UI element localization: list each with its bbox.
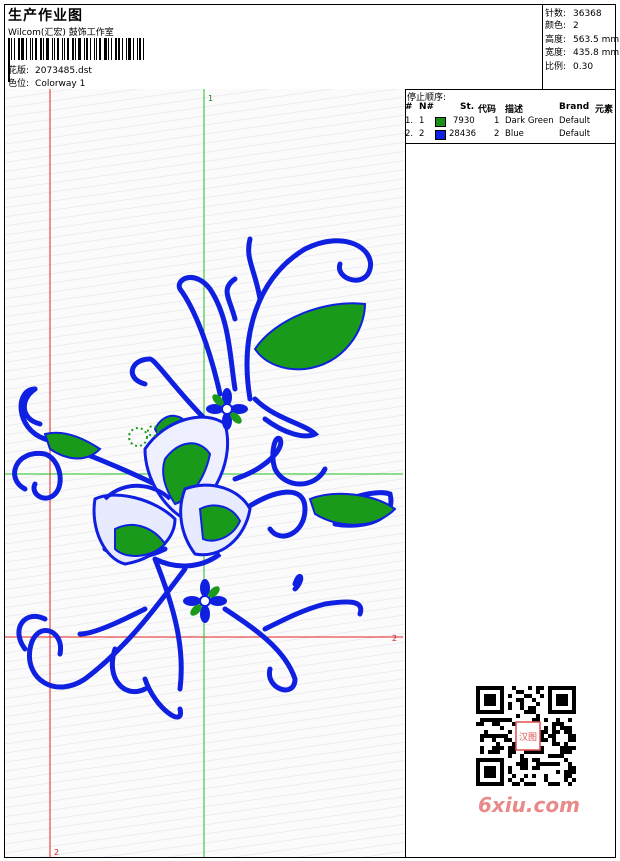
- stats-panel: 针数: 36368 颜色: 2 高度: 563.5 mm 宽度: 435.8 mm 比例…: [542, 5, 620, 89]
- col-description: 描述: [505, 105, 524, 115]
- col-index: #: [405, 102, 413, 112]
- col-code: 代码: [478, 105, 497, 115]
- colorway-field: 色位: Colorway 1: [8, 76, 85, 89]
- col-brand: Brand: [559, 102, 590, 112]
- stat-scale: 比例: 0.30: [545, 62, 594, 72]
- colorway-value: Colorway 1: [35, 79, 86, 89]
- stat-height: 高度: 563.5 mm: [545, 35, 620, 45]
- design-field: 花版: 2073485.dst: [8, 63, 92, 76]
- company-name: Wilcom(汇宏) 鼓饰工作室: [8, 28, 114, 38]
- production-sheet: 生产作业图 Wilcom(汇宏) 鼓饰工作室 花版: 2073485.dst 色位…: [4, 4, 620, 858]
- marker-bottom: 2: [54, 848, 59, 857]
- colorway-label: 色位:: [8, 79, 30, 89]
- qr-stamp-text: 汉图: [519, 732, 537, 743]
- col-stitches: St.: [460, 102, 475, 112]
- sheet-title: 生产作业图: [8, 8, 83, 24]
- stat-width: 宽度: 435.8 mm: [545, 48, 620, 58]
- swatch-dark-green: [435, 117, 446, 127]
- col-n: N#: [419, 102, 435, 112]
- design-label: 花版:: [8, 66, 30, 76]
- design-canvas[interactable]: 1 2 2: [5, 89, 406, 857]
- small-flower-lower: [183, 579, 227, 623]
- stop-sequence-panel: 停止顺序: # N# St. 代码 描述 Brand 元素 1. 1 7930 …: [405, 89, 615, 144]
- watermark-site: 6xiu.com: [478, 793, 580, 817]
- central-flower: [92, 415, 252, 569]
- marker-top: 1: [208, 94, 213, 103]
- col-element: 元素: [595, 105, 614, 115]
- design-value: 2073485.dst: [35, 66, 92, 76]
- marker-right: 2: [392, 634, 397, 643]
- swatch-blue: [435, 130, 446, 140]
- embroidery-preview: 1 2 2: [5, 89, 403, 857]
- stat-colors: 颜色: 2: [545, 21, 579, 31]
- sheet-header: 生产作业图 Wilcom(汇宏) 鼓饰工作室 花版: 2073485.dst 色位…: [5, 5, 620, 90]
- barcode: [8, 38, 148, 82]
- qr-code: 汉图: [471, 681, 581, 791]
